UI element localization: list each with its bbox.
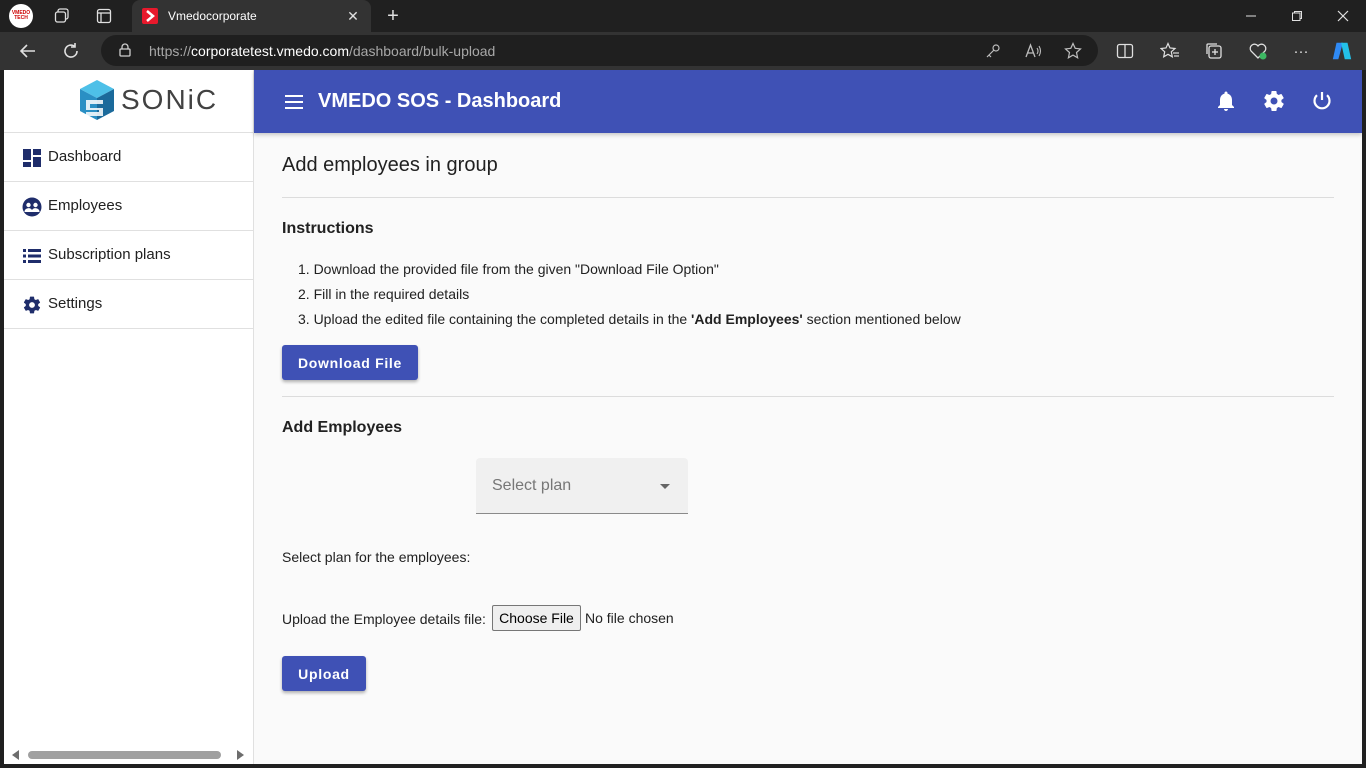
sidebar: SONiC Dashboard Employees Subscription p…: [4, 70, 254, 764]
horizontal-scrollbar[interactable]: [4, 746, 254, 762]
sidebar-item-employees[interactable]: Employees: [4, 182, 253, 231]
collections-icon[interactable]: [1203, 41, 1225, 61]
instruction-bold-text: 'Add Employees': [691, 311, 803, 327]
gear-icon: [22, 295, 42, 315]
sidebar-item-label: Settings: [48, 295, 103, 312]
sidebar-item-subscription-plans[interactable]: Subscription plans: [4, 231, 253, 280]
settings-gear-icon[interactable]: [1262, 89, 1286, 113]
scrollbar-thumb[interactable]: [28, 751, 221, 759]
upload-button[interactable]: Upload: [282, 656, 366, 691]
instruction-item: 2. Fill in the required details: [298, 286, 470, 302]
logo-area: SONiC: [4, 70, 253, 133]
url-host: corporatetest.vmedo.com: [191, 43, 349, 59]
plan-select[interactable]: Select plan: [476, 458, 688, 514]
web-page: SONiC Dashboard Employees Subscription p…: [4, 70, 1362, 764]
page-title: Add employees in group: [282, 154, 498, 176]
profile-logo: VMEDO TECH: [11, 6, 31, 26]
choose-file-button[interactable]: Choose File: [492, 605, 581, 631]
hamburger-menu-icon[interactable]: [284, 92, 304, 112]
favorite-star-icon[interactable]: [1063, 41, 1083, 61]
browser-tab-bar: VMEDO TECH Vmedocorporate ✕ +: [0, 0, 1366, 32]
instruction-item: 3. Upload the edited file containing the…: [298, 311, 961, 327]
divider: [282, 197, 1334, 198]
close-window-icon[interactable]: [1320, 0, 1366, 32]
instruction-text: 3. Upload the edited file containing the…: [298, 311, 688, 327]
sidebar-item-settings[interactable]: Settings: [4, 280, 253, 329]
copilot-icon[interactable]: [1331, 41, 1353, 61]
scroll-right-arrow-icon[interactable]: [237, 750, 244, 760]
app-title: VMEDO SOS - Dashboard: [318, 90, 562, 112]
workspaces-icon[interactable]: [50, 4, 74, 28]
instruction-tail-text: section mentioned below: [806, 311, 961, 327]
restore-icon[interactable]: [1274, 0, 1320, 32]
tab-actions-icon[interactable]: [92, 4, 116, 28]
divider: [282, 396, 1334, 397]
notifications-bell-icon[interactable]: [1214, 89, 1238, 113]
app-toolbar: VMEDO SOS - Dashboard: [254, 70, 1362, 133]
refresh-icon[interactable]: [57, 37, 85, 65]
url-path: /dashboard/bulk-upload: [349, 43, 496, 59]
plan-select-placeholder: Select plan: [492, 477, 572, 494]
sidebar-item-label: Subscription plans: [48, 246, 171, 263]
sonic-cube-logo: [77, 78, 117, 127]
employees-icon: [22, 197, 42, 217]
browser-essentials-icon[interactable]: [1247, 41, 1269, 61]
vmedo-favicon: [142, 8, 158, 24]
sidebar-item-dashboard[interactable]: Dashboard: [4, 133, 253, 182]
read-aloud-icon[interactable]: [1023, 41, 1043, 61]
favorites-icon[interactable]: [1159, 41, 1181, 61]
new-tab-icon[interactable]: +: [381, 4, 405, 28]
dropdown-arrow-icon: [660, 484, 670, 489]
back-icon[interactable]: [14, 37, 42, 65]
instruction-item: 1. Download the provided file from the g…: [298, 261, 719, 277]
key-icon[interactable]: [983, 41, 1003, 61]
dashboard-icon: [22, 148, 42, 168]
close-tab-icon[interactable]: ✕: [343, 6, 363, 26]
power-logout-icon[interactable]: [1310, 89, 1334, 113]
tab-vmedocorporate[interactable]: Vmedocorporate ✕: [132, 0, 371, 32]
scroll-left-arrow-icon[interactable]: [12, 750, 19, 760]
download-file-button[interactable]: Download File: [282, 345, 418, 380]
plan-label: Select plan for the employees:: [282, 549, 471, 565]
profile-avatar[interactable]: VMEDO TECH: [9, 4, 33, 28]
instructions-heading: Instructions: [282, 220, 374, 237]
upload-label: Upload the Employee details file:: [282, 611, 486, 627]
logo-text: SONiC: [121, 84, 219, 115]
list-icon: [22, 246, 42, 266]
file-status-text: No file chosen: [585, 610, 674, 626]
url-text: https://corporatetest.vmedo.com/dashboar…: [149, 43, 495, 59]
url-prefix: https://: [149, 43, 192, 59]
split-screen-icon[interactable]: [1114, 41, 1136, 61]
sidebar-item-label: Dashboard: [48, 148, 122, 165]
lock-icon[interactable]: [118, 43, 132, 57]
url-input[interactable]: https://corporatetest.vmedo.com/dashboar…: [101, 35, 1098, 66]
minimize-icon[interactable]: [1228, 0, 1274, 32]
tab-title: Vmedocorporate: [168, 9, 257, 23]
browser-address-bar: https://corporatetest.vmedo.com/dashboar…: [0, 32, 1366, 70]
more-options-icon[interactable]: ···: [1290, 41, 1312, 61]
add-employees-heading: Add Employees: [282, 419, 403, 436]
sidebar-item-label: Employees: [48, 197, 123, 214]
